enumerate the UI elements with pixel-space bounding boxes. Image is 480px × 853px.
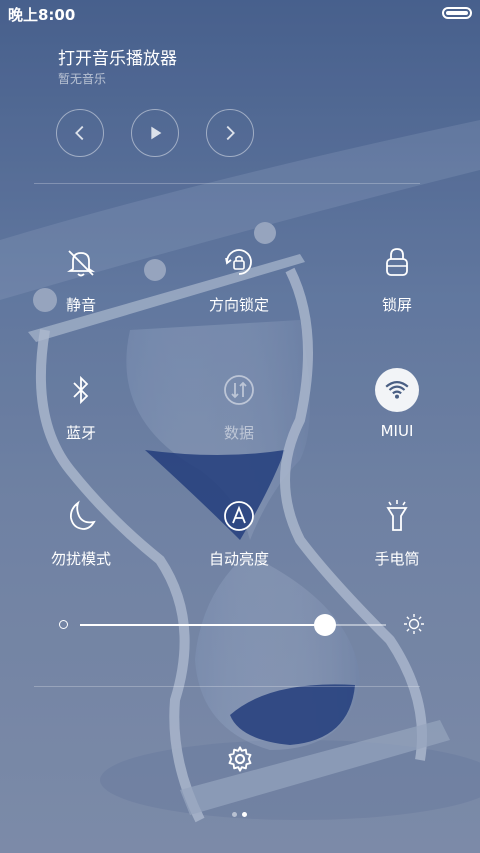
brightness-thumb[interactable] [313,614,336,636]
toggle-mute-label: 静音 [65,296,96,314]
chevron-left-icon [75,125,84,141]
page-dot-1 [232,812,237,817]
toggle-lock-screen[interactable]: 锁屏 [337,242,457,322]
bell-off-icon [61,242,101,282]
previous-button[interactable] [56,109,104,157]
toggle-lock-screen-label: 锁屏 [381,296,412,314]
toggle-flashlight[interactable]: 手电筒 [337,496,457,576]
brightness-slider[interactable] [56,612,426,638]
toggle-mobile-data[interactable]: 数据 [179,370,299,450]
music-player-title[interactable]: 打开音乐播放器 [58,44,177,69]
status-time: 晚上8:00 [8,6,76,24]
toggle-auto-brightness-label: 自动亮度 [208,550,269,568]
flashlight-icon [377,496,417,536]
chevron-right-icon [226,125,235,141]
brightness-track[interactable] [80,614,386,636]
brightness-high-icon [404,614,424,634]
divider-bottom [34,686,420,687]
page-dot-2 [242,812,247,817]
gear-icon [228,746,252,772]
toggle-mute[interactable]: 静音 [21,242,141,322]
bluetooth-icon [61,370,101,410]
lock-icon [377,242,417,282]
toggle-auto-brightness[interactable]: 自动亮度 [179,496,299,576]
play-icon [151,126,162,140]
toggle-wifi-label: MIUI [380,422,414,440]
music-player-subtitle: 暂无音乐 [58,72,107,86]
toggle-rotation-lock-label: 方向锁定 [208,296,269,314]
moon-icon [61,496,101,536]
toggle-flashlight-label: 手电筒 [374,550,420,568]
toggle-bluetooth-label: 蓝牙 [65,424,96,442]
toggle-wifi[interactable]: MIUI [337,368,457,450]
next-button[interactable] [206,109,254,157]
mobile-data-icon [219,370,259,410]
page-indicator [232,812,248,818]
auto-brightness-icon [219,496,259,536]
status-bar: 晚上8:00 [0,0,480,28]
divider-top [34,183,420,184]
toggle-bluetooth[interactable]: 蓝牙 [21,370,141,450]
toggle-mobile-data-label: 数据 [223,424,254,442]
brightness-low-icon [59,620,68,629]
brightness-fill [80,624,325,626]
toggle-rotation-lock[interactable]: 方向锁定 [179,242,299,322]
settings-button[interactable] [222,741,258,777]
toggle-do-not-disturb-label: 勿扰模式 [50,550,111,568]
control-center: 晚上8:00 打开音乐播放器 暂无音乐 静音 方向锁定 锁屏 蓝牙 数据 MIU… [0,0,480,853]
play-button[interactable] [131,109,179,157]
battery-icon [442,7,472,19]
rotation-lock-icon [219,242,259,282]
toggle-do-not-disturb[interactable]: 勿扰模式 [21,496,141,576]
wifi-icon [375,368,419,412]
